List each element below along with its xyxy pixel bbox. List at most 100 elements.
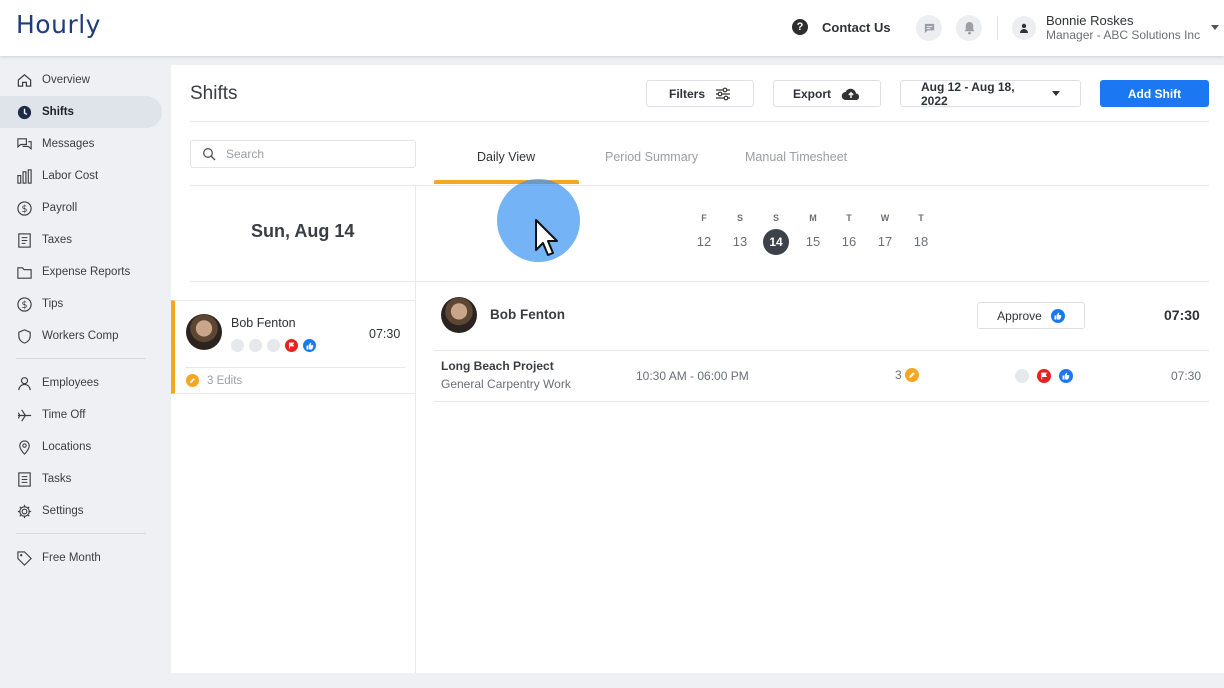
user-role: Manager - ABC Solutions Inc bbox=[1046, 28, 1201, 42]
date-range-label: Aug 12 - Aug 18, 2022 bbox=[921, 79, 1015, 108]
detail-total-hours: 07:30 bbox=[1164, 307, 1200, 323]
edits-indicator[interactable]: 3 Edits bbox=[186, 374, 242, 387]
sidebar-item-tips[interactable]: $ Tips bbox=[0, 288, 170, 320]
messages-button[interactable] bbox=[916, 15, 942, 41]
day-letter: S bbox=[736, 213, 743, 223]
day-letter: F bbox=[701, 213, 707, 223]
filters-button[interactable]: Filters bbox=[646, 80, 754, 107]
sidebar-item-label: Labor Cost bbox=[42, 170, 99, 182]
day-picker-item[interactable]: W 17 bbox=[870, 213, 900, 255]
sidebar-item-shifts[interactable]: Shifts bbox=[0, 96, 162, 128]
flag-icon bbox=[285, 339, 298, 352]
dollar-icon: $ bbox=[17, 200, 32, 216]
chevron-down-icon[interactable] bbox=[1211, 25, 1219, 30]
notifications-button[interactable] bbox=[956, 15, 982, 41]
approve-label: Approve bbox=[997, 308, 1042, 323]
sidebar-item-expense-reports[interactable]: Expense Reports bbox=[0, 256, 170, 288]
detail-divider bbox=[434, 350, 1209, 351]
sidebar-item-overview[interactable]: Overview bbox=[0, 64, 170, 96]
sidebar-item-time-off[interactable]: Time Off bbox=[0, 399, 170, 431]
date-section-divider bbox=[190, 281, 416, 282]
sidebar-item-tasks[interactable]: Tasks bbox=[0, 463, 170, 495]
shift-time-range[interactable]: 10:30 AM - 06:00 PM bbox=[636, 369, 749, 383]
thumbs-up-icon[interactable] bbox=[1059, 369, 1073, 383]
sidebar-item-taxes[interactable]: Taxes bbox=[0, 224, 170, 256]
search-icon bbox=[203, 148, 216, 161]
sidebar-item-free-month[interactable]: Free Month bbox=[0, 542, 170, 574]
sidebar-item-employees[interactable]: Employees bbox=[0, 367, 170, 399]
search-input[interactable] bbox=[226, 147, 396, 161]
sidebar-item-payroll[interactable]: $ Payroll bbox=[0, 192, 170, 224]
export-label: Export bbox=[792, 86, 831, 101]
sidebar-item-label: Taxes bbox=[42, 234, 73, 246]
app-logo[interactable]: Hourly bbox=[16, 10, 101, 39]
search-box[interactable] bbox=[190, 140, 416, 168]
approve-button[interactable]: Approve bbox=[977, 302, 1085, 329]
shift-edit-count: 3 bbox=[895, 368, 902, 382]
folder-icon bbox=[17, 266, 32, 279]
day-letter: W bbox=[880, 213, 890, 223]
day-picker-item[interactable]: S 13 bbox=[725, 213, 755, 255]
bar-chart-icon bbox=[17, 168, 32, 184]
sidebar-item-messages[interactable]: Messages bbox=[0, 128, 170, 160]
thumbs-up-icon bbox=[1050, 308, 1065, 323]
shifts-panel: Shifts Filters Export Aug 12 - Aug 18, 2… bbox=[171, 65, 1224, 673]
topbar-divider bbox=[997, 16, 998, 40]
sidebar-item-label: Employees bbox=[42, 377, 99, 389]
employee-list-item[interactable]: Bob Fenton 07:30 3 Edits bbox=[171, 300, 416, 394]
list-icon bbox=[18, 471, 31, 487]
flag-icon[interactable] bbox=[1037, 369, 1051, 383]
edits-label: 3 Edits bbox=[207, 374, 243, 387]
page-title: Shifts bbox=[190, 83, 238, 104]
tab-period-summary[interactable]: Period Summary bbox=[605, 150, 698, 164]
day-picker-item[interactable]: M 15 bbox=[798, 213, 828, 255]
clock-icon bbox=[17, 105, 32, 119]
home-icon bbox=[17, 73, 32, 87]
export-button[interactable]: Export bbox=[773, 80, 881, 107]
day-picker-item[interactable]: T 16 bbox=[834, 213, 864, 255]
svg-text:$: $ bbox=[21, 299, 27, 310]
shift-row-divider bbox=[434, 401, 1209, 402]
shift-role: General Carpentry Work bbox=[441, 377, 571, 391]
day-number: 14 bbox=[763, 229, 789, 255]
sidebar-item-label: Expense Reports bbox=[42, 266, 131, 278]
date-section-divider bbox=[416, 281, 1209, 282]
cloud-upload-icon bbox=[841, 88, 860, 100]
sidebar-item-labor-cost[interactable]: Labor Cost bbox=[0, 160, 170, 192]
add-shift-button[interactable]: Add Shift bbox=[1100, 80, 1209, 107]
user-menu[interactable]: Bonnie Roskes Manager - ABC Solutions In… bbox=[1012, 14, 1200, 42]
pin-icon bbox=[19, 439, 30, 455]
card-divider bbox=[185, 367, 405, 368]
shift-edits-indicator[interactable]: 3 bbox=[895, 368, 919, 382]
current-date: Sun, Aug 14 bbox=[251, 221, 355, 241]
sidebar-divider bbox=[16, 358, 146, 359]
contact-us-button[interactable]: ? Contact Us bbox=[792, 19, 891, 35]
day-number: 15 bbox=[805, 234, 821, 249]
sidebar: Overview Shifts Messages Labor Cost $ Pa… bbox=[0, 64, 170, 574]
sidebar-item-label: Free Month bbox=[42, 552, 101, 564]
pencil-icon bbox=[186, 374, 199, 387]
sidebar-item-label: Messages bbox=[42, 138, 95, 150]
svg-text:$: $ bbox=[21, 203, 27, 214]
sliders-icon bbox=[716, 87, 730, 100]
date-range-select[interactable]: Aug 12 - Aug 18, 2022 bbox=[900, 79, 1081, 108]
sidebar-item-settings[interactable]: Settings bbox=[0, 495, 170, 527]
break-status-icon bbox=[249, 339, 262, 352]
top-bar: Hourly ? Contact Us Bonnie Roskes Manage… bbox=[0, 0, 1224, 56]
person-icon bbox=[1020, 23, 1028, 33]
tab-daily-view[interactable]: Daily View bbox=[477, 150, 535, 164]
sidebar-item-workers-comp[interactable]: Workers Comp bbox=[0, 320, 170, 352]
date-divider bbox=[415, 212, 416, 254]
clock-in-status-icon bbox=[231, 339, 244, 352]
sidebar-item-locations[interactable]: Locations bbox=[0, 431, 170, 463]
employee-name: Bob Fenton bbox=[231, 316, 296, 330]
day-letter: T bbox=[918, 213, 924, 223]
day-picker-item[interactable]: F 12 bbox=[689, 213, 719, 255]
day-picker-item[interactable]: T 18 bbox=[906, 213, 936, 255]
tab-manual-timesheet[interactable]: Manual Timesheet bbox=[745, 150, 847, 164]
tag-icon bbox=[17, 550, 32, 566]
caret-down-icon bbox=[1052, 91, 1060, 96]
day-picker-item-selected[interactable]: S 14 bbox=[761, 213, 791, 255]
day-number: 18 bbox=[913, 234, 929, 249]
shift-project-name[interactable]: Long Beach Project bbox=[441, 359, 554, 373]
